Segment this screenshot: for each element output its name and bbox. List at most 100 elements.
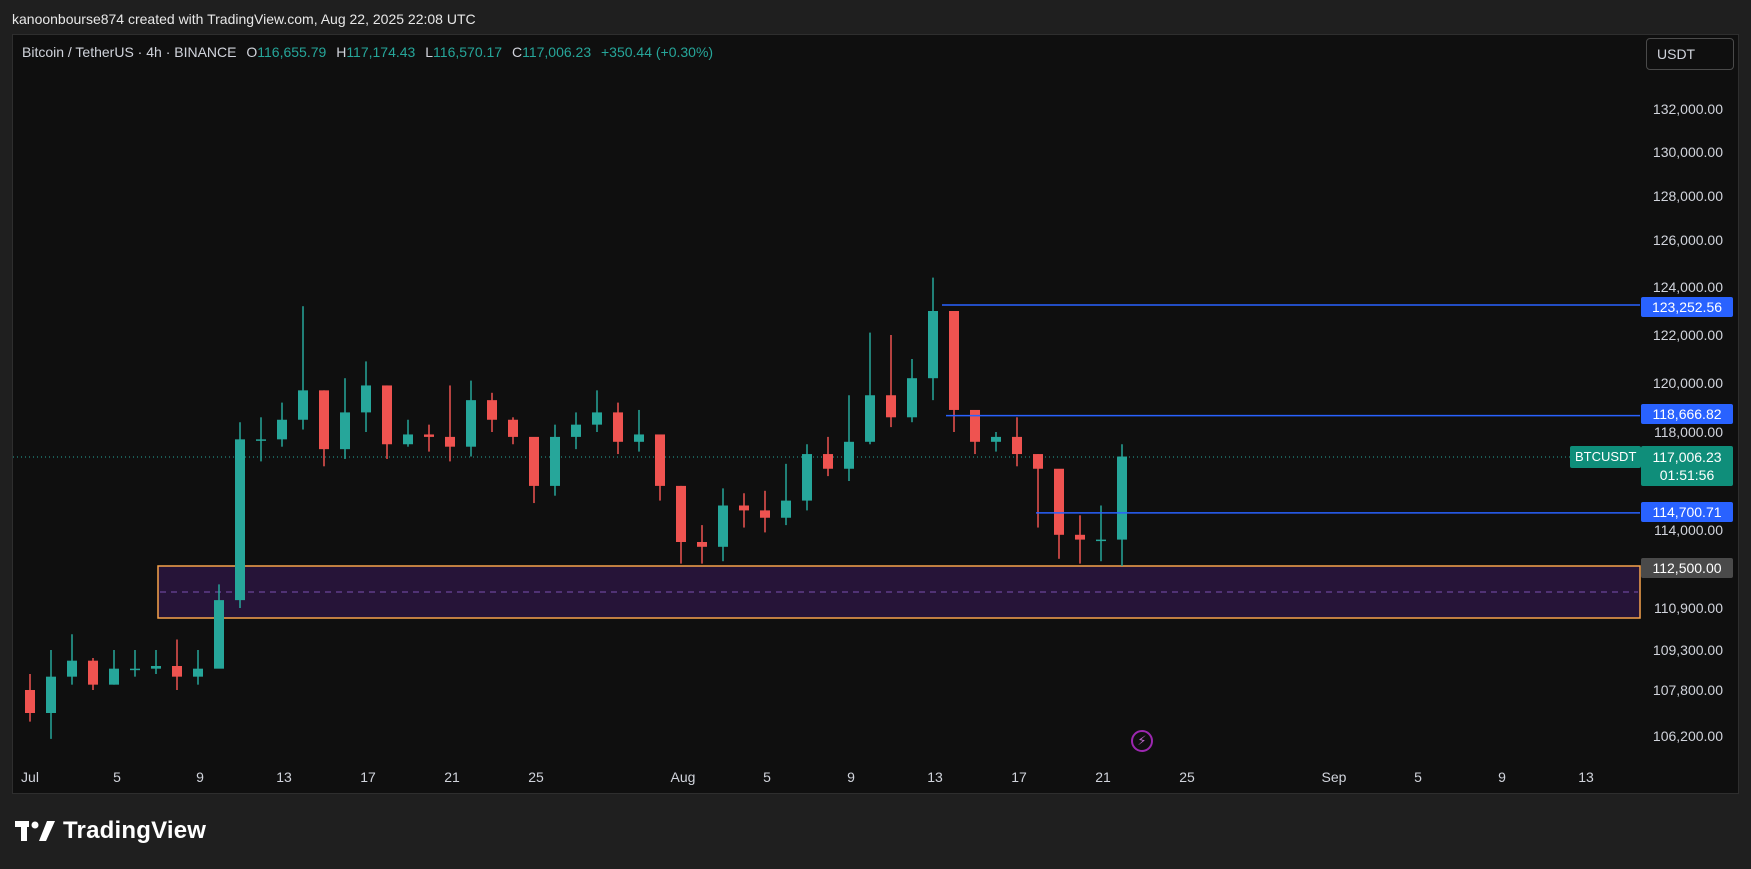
time-tick-label: Sep: [1322, 769, 1347, 785]
candle-body: [613, 412, 623, 442]
price-tick-label: 107,800.00: [1653, 682, 1723, 698]
candle-body: [781, 500, 791, 518]
candle-body: [697, 542, 707, 547]
currency-selector[interactable]: USDT: [1646, 38, 1734, 70]
candle-body: [571, 424, 581, 437]
candle-body: [928, 311, 938, 379]
candlestick-chart[interactable]: 132,000.00 130,000.00 128,000.00 126,000.00…: [0, 0, 1751, 869]
candle-body: [970, 409, 980, 442]
close-value: 117,006.23: [522, 44, 592, 60]
candle-body: [130, 668, 140, 671]
brand-name: TradingView: [63, 817, 207, 844]
candle-body: [256, 439, 266, 441]
time-tick-label: 13: [276, 769, 292, 785]
price-tick-label: 114,000.00: [1654, 522, 1723, 538]
symbol-price-tag: BTCUSDT: [1570, 446, 1642, 468]
candle-body: [550, 436, 560, 486]
candle-body: [865, 395, 875, 442]
candle-body: [466, 400, 476, 447]
last-price-value: 117,006.23: [1652, 449, 1722, 465]
time-tick-label: 21: [1095, 769, 1111, 785]
candle-body: [319, 390, 329, 450]
tradingview-mark-icon: [15, 821, 55, 841]
candle-body: [67, 660, 77, 677]
time-tick-label: 17: [360, 769, 376, 785]
last-price-tag: 117,006.23 01:51:56: [1641, 446, 1733, 486]
candle-body: [886, 395, 896, 418]
candle-body: [760, 510, 770, 518]
price-tick-label: 128,000.00: [1653, 188, 1723, 204]
candle-body: [844, 441, 854, 469]
time-tick-label: Aug: [671, 769, 696, 785]
level-tag-2: 118,666.82: [1641, 404, 1733, 424]
time-tick-label: 13: [1578, 769, 1594, 785]
candle-body: [151, 666, 161, 669]
candle-body: [1075, 534, 1085, 540]
time-tick-label: 21: [444, 769, 460, 785]
candle-body: [592, 412, 602, 425]
candle-body: [88, 660, 98, 685]
time-tick-label: 9: [196, 769, 204, 785]
high-value: 117,174.43: [346, 44, 416, 60]
candle-body: [109, 668, 119, 685]
candle-body: [25, 690, 35, 713]
price-tick-label: 130,000.00: [1653, 144, 1723, 160]
candle-body: [949, 311, 959, 410]
candle-body: [361, 385, 371, 413]
time-tick-label: 5: [113, 769, 121, 785]
close-key: C: [511, 44, 523, 60]
price-tick-label: 126,000.00: [1653, 232, 1723, 248]
time-tick-label: 25: [1179, 769, 1195, 785]
time-tick-label: Jul: [21, 769, 39, 785]
candle-body: [1033, 454, 1043, 469]
candle-body: [1117, 456, 1127, 540]
time-tick-label: 17: [1011, 769, 1027, 785]
price-tick-label: 118,000.00: [1654, 424, 1723, 440]
candle-body: [1096, 539, 1106, 542]
candle-body: [193, 668, 203, 677]
candle-body: [445, 436, 455, 447]
candle-body: [1012, 436, 1022, 455]
price-tick-label: 132,000.00: [1653, 101, 1723, 117]
price-tick-label: 122,000.00: [1653, 327, 1723, 343]
open-value: 116,655.79: [257, 44, 327, 60]
candle-body: [907, 378, 917, 418]
candle-body: [802, 454, 812, 501]
candle-body: [172, 666, 182, 677]
candle-body: [298, 390, 308, 420]
candle-body: [508, 419, 518, 437]
candle-body: [823, 454, 833, 469]
time-tick-label: 5: [763, 769, 771, 785]
candle-body: [676, 485, 686, 542]
candle-body: [424, 434, 434, 437]
candle-body: [235, 439, 245, 601]
time-axis: Jul 5 9 13 17 21 25 Aug 5 9 13 17 21 25 Sep 5 9 13: [21, 769, 1594, 785]
time-tick-label: 13: [927, 769, 943, 785]
lightning-icon[interactable]: ⚡: [1131, 730, 1153, 752]
symbol-title: Bitcoin / TetherUS · 4h · BINANCE: [22, 44, 237, 60]
candle-body: [739, 505, 749, 511]
candle-body: [991, 436, 1001, 442]
time-tick-label: 5: [1414, 769, 1422, 785]
change-value: +350.44 (+0.30%): [601, 44, 714, 60]
candle-body: [655, 434, 665, 486]
level-tag-3: 114,700.71: [1641, 502, 1733, 522]
candle-body: [1054, 468, 1064, 535]
candle-body: [634, 434, 644, 442]
high-key: H: [336, 44, 347, 60]
candle-body: [277, 419, 287, 440]
candle-body: [214, 600, 224, 669]
price-tick-label: 120,000.00: [1653, 375, 1723, 391]
price-tick-label: 110,900.00: [1654, 600, 1723, 616]
symbol-legend: Bitcoin / TetherUS · 4h · BINANCE O116,6…: [22, 42, 713, 62]
low-key: L: [425, 44, 434, 60]
candle-body: [382, 385, 392, 445]
bar-countdown: 01:51:56: [1659, 467, 1715, 483]
support-zone: [157, 565, 1641, 619]
level-lines: [942, 304, 1640, 514]
candle-body: [340, 412, 350, 450]
time-tick-label: 9: [847, 769, 855, 785]
candle-body: [529, 436, 539, 486]
tradingview-logo: TradingView: [15, 816, 206, 846]
time-tick-label: 25: [528, 769, 544, 785]
